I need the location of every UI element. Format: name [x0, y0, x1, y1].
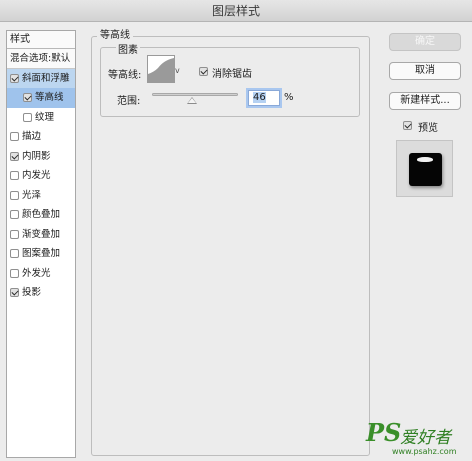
style-item-label: 描边: [22, 131, 42, 142]
inner-glow-checkbox[interactable]: [10, 171, 19, 181]
style-item-texture[interactable]: 纹理: [7, 108, 75, 128]
watermark-text: 爱好者: [400, 428, 451, 448]
outer-glow-checkbox[interactable]: [10, 268, 19, 278]
antialias-label: 消除锯齿: [212, 69, 252, 80]
style-item-label: 内阴影: [22, 150, 51, 162]
style-item-label: 图案叠加: [22, 248, 61, 259]
preview-checkbox[interactable]: [403, 121, 412, 130]
contour-curve-icon: [148, 58, 174, 82]
antialias-checkbox[interactable]: [199, 67, 208, 76]
texture-checkbox[interactable]: [23, 112, 32, 122]
satin-checkbox[interactable]: [10, 190, 19, 200]
range-unit: %: [284, 92, 294, 103]
style-item-inner-glow[interactable]: 内发光: [7, 166, 75, 186]
range-input[interactable]: 46: [248, 90, 280, 106]
style-item-pattern-overlay[interactable]: 图案叠加: [7, 244, 75, 264]
watermark-logo: PS 爱好者 www.psahz.com: [366, 418, 470, 460]
contour-label: 等高线:: [108, 70, 142, 81]
style-item-label: 投影: [22, 287, 42, 298]
inner-shadow-checkbox[interactable]: [10, 151, 19, 161]
style-item-contour[interactable]: 等高线: [7, 88, 75, 108]
window-title: 图层样式: [0, 0, 472, 22]
contour-curve-picker[interactable]: [147, 55, 175, 83]
elements-group-title: 图素: [116, 41, 140, 56]
range-value: 46: [253, 92, 266, 103]
style-item-label: 内发光: [22, 170, 51, 181]
style-item-stroke[interactable]: 描边: [7, 127, 75, 147]
preview-label: 预览: [418, 123, 438, 134]
style-item-label: 渐变叠加: [22, 228, 61, 240]
ok-button[interactable]: 确定: [389, 33, 461, 51]
style-item-satin[interactable]: 光泽: [7, 186, 75, 206]
range-slider-track[interactable]: [152, 93, 238, 96]
preview-swatch: [409, 153, 442, 186]
bevel-emboss-checkbox[interactable]: [10, 73, 19, 83]
style-item-label: 纹理: [35, 111, 55, 123]
watermark-url: www.psahz.com: [392, 447, 457, 456]
style-item-gradient-overlay[interactable]: 渐变叠加: [7, 225, 75, 245]
color-overlay-checkbox[interactable]: [10, 210, 19, 220]
blend-options-item[interactable]: 混合选项:默认: [7, 49, 75, 69]
range-label: 范围:: [117, 96, 141, 107]
gradient-overlay-checkbox[interactable]: [10, 229, 19, 239]
style-item-drop-shadow[interactable]: 投影: [7, 283, 75, 303]
contour-checkbox[interactable]: [23, 93, 32, 103]
style-item-outer-glow[interactable]: 外发光: [7, 264, 75, 284]
style-list-header: 样式: [7, 31, 75, 49]
range-slider-thumb[interactable]: [186, 97, 197, 104]
drop-shadow-checkbox[interactable]: [10, 288, 19, 298]
style-item-label: 外发光: [22, 267, 51, 279]
style-item-label: 等高线: [35, 92, 64, 103]
cancel-button[interactable]: 取消: [389, 62, 461, 80]
style-item-bevel-emboss[interactable]: 斜面和浮雕: [7, 68, 75, 88]
style-preview-thumbnail: [396, 140, 453, 197]
watermark-logo-mark: PS: [366, 418, 402, 447]
new-style-button[interactable]: 新建样式...: [389, 92, 461, 110]
style-list: 样式 混合选项:默认 斜面和浮雕 等高线 纹理 描边 内阴影 内发光 光泽 颜色…: [6, 30, 76, 458]
style-item-inner-shadow[interactable]: 内阴影: [7, 147, 75, 167]
style-item-label: 光泽: [22, 189, 42, 201]
stroke-checkbox[interactable]: [10, 132, 19, 142]
panel-title: 等高线: [97, 26, 133, 41]
chevron-down-icon[interactable]: v: [175, 66, 180, 75]
style-item-label: 斜面和浮雕: [22, 72, 70, 84]
pattern-overlay-checkbox[interactable]: [10, 249, 19, 259]
style-item-color-overlay[interactable]: 颜色叠加: [7, 205, 75, 225]
style-item-label: 颜色叠加: [22, 209, 61, 220]
